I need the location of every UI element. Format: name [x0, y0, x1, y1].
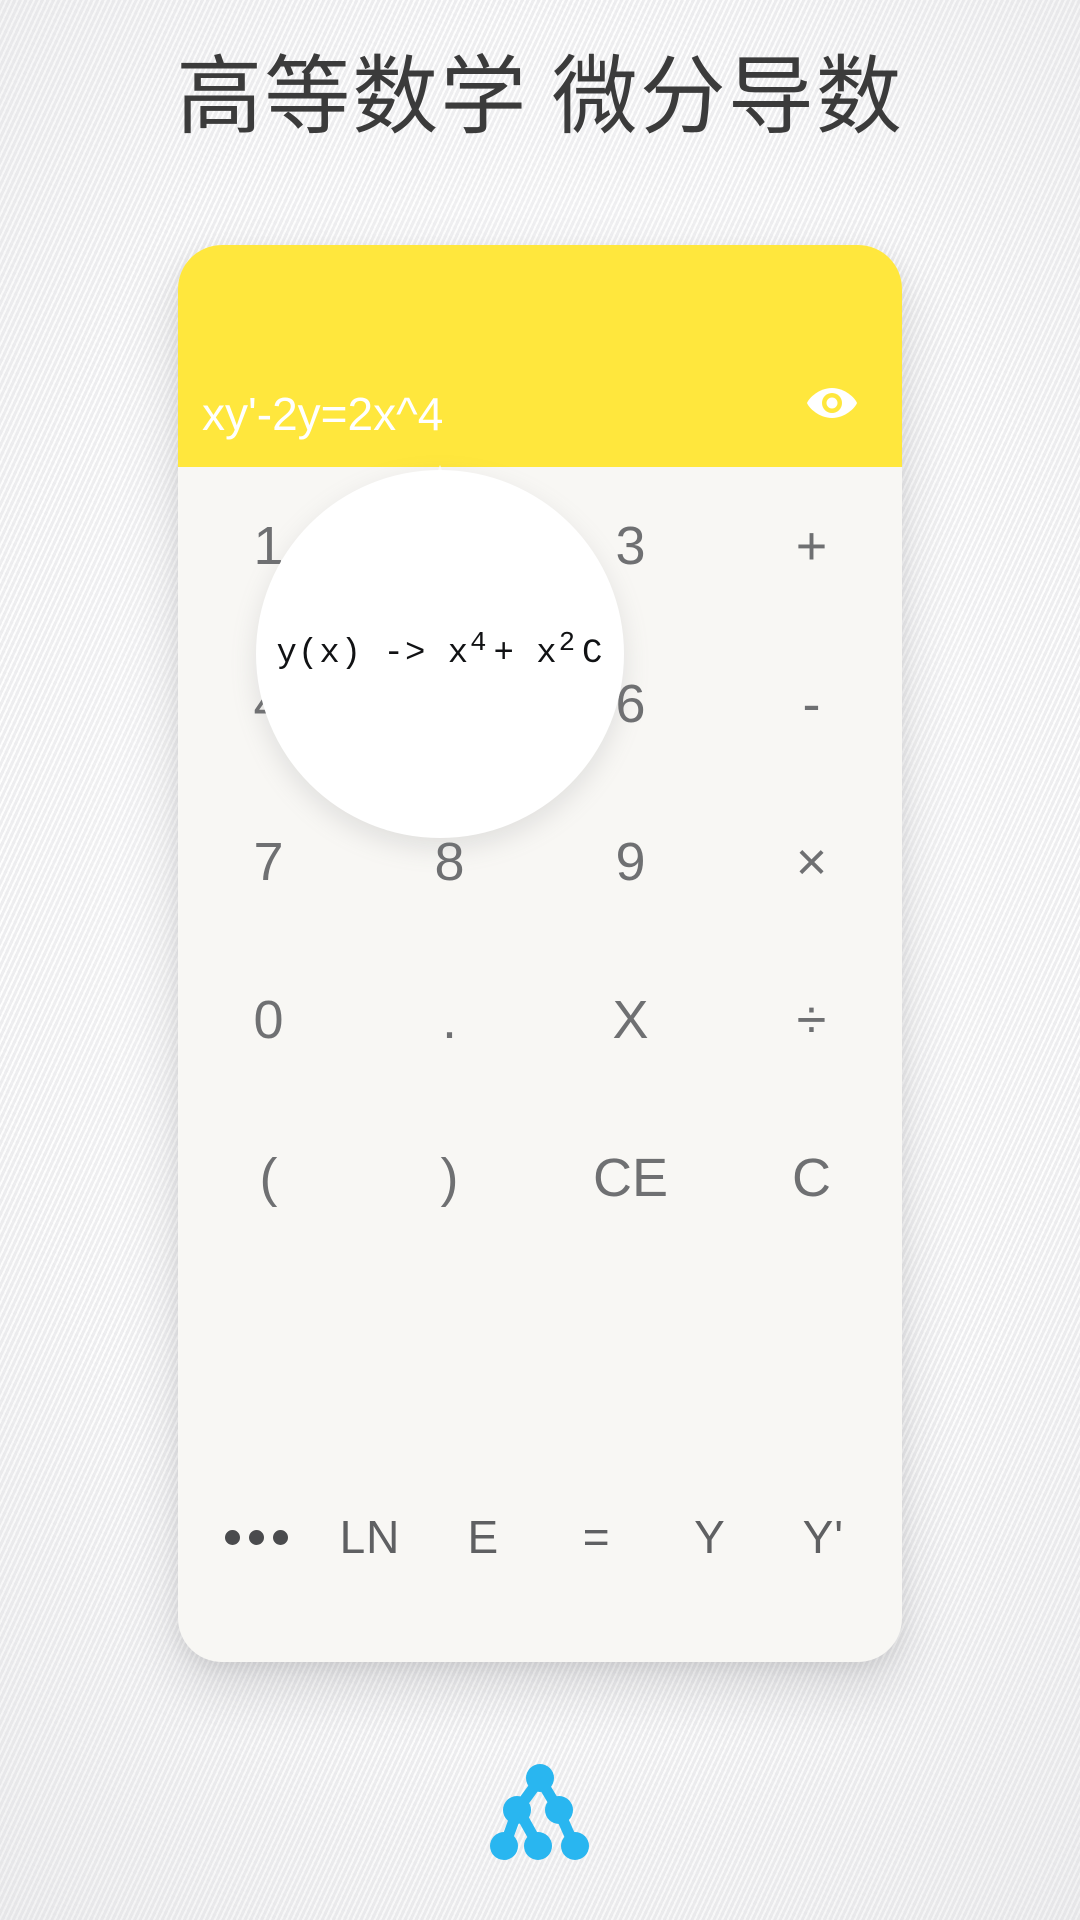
- page-title: 高等数学 微分导数: [176, 49, 904, 145]
- key-clear[interactable]: C: [721, 1099, 902, 1257]
- result-exponent-2: 2: [558, 627, 577, 659]
- keypad-row: 0 . X ÷: [178, 941, 902, 1099]
- key-variable-x[interactable]: X: [540, 941, 721, 1099]
- result-formula: y(x) -> x4 + x2 C: [276, 630, 604, 673]
- eye-icon: [806, 386, 858, 420]
- result-middle: + x: [493, 635, 558, 673]
- expression-text: xy'-2y=2x^4: [202, 388, 444, 440]
- key-y[interactable]: Y: [653, 1510, 766, 1564]
- key-0[interactable]: 0: [178, 941, 359, 1099]
- key-close-paren[interactable]: ): [359, 1099, 540, 1257]
- key-divide[interactable]: ÷: [721, 941, 902, 1099]
- key-clear-entry[interactable]: CE: [540, 1099, 721, 1257]
- key-e[interactable]: E: [427, 1510, 540, 1564]
- key-9[interactable]: 9: [540, 783, 721, 941]
- key-ln[interactable]: LN: [313, 1510, 426, 1564]
- brand-logo: [0, 1762, 1080, 1866]
- expression-display[interactable]: xy'-2y=2x^4: [178, 245, 902, 467]
- calculator-card: xy'-2y=2x^4 1 2 3 + 4: [178, 245, 902, 1662]
- key-7[interactable]: 7: [178, 783, 359, 941]
- ellipsis-icon: [225, 1529, 289, 1545]
- key-plus[interactable]: +: [721, 467, 902, 625]
- keypad-row: ( ) CE C: [178, 1099, 902, 1257]
- key-multiply[interactable]: ×: [721, 783, 902, 941]
- toggle-visibility-button[interactable]: [804, 381, 860, 425]
- key-equals[interactable]: =: [540, 1510, 653, 1564]
- key-y-prime[interactable]: Y': [767, 1510, 880, 1564]
- result-suffix: C: [582, 635, 604, 673]
- result-prefix: y(x) -> x: [276, 635, 470, 673]
- node-tree-logo-icon: [488, 1762, 592, 1866]
- result-exponent-1: 4: [470, 627, 488, 659]
- key-decimal[interactable]: .: [359, 941, 540, 1099]
- more-options-button[interactable]: [200, 1529, 313, 1545]
- function-bar: LN E = Y Y': [178, 1477, 902, 1597]
- result-bubble[interactable]: y(x) -> x4 + x2 C: [256, 470, 624, 838]
- key-minus[interactable]: -: [721, 625, 902, 783]
- key-open-paren[interactable]: (: [178, 1099, 359, 1257]
